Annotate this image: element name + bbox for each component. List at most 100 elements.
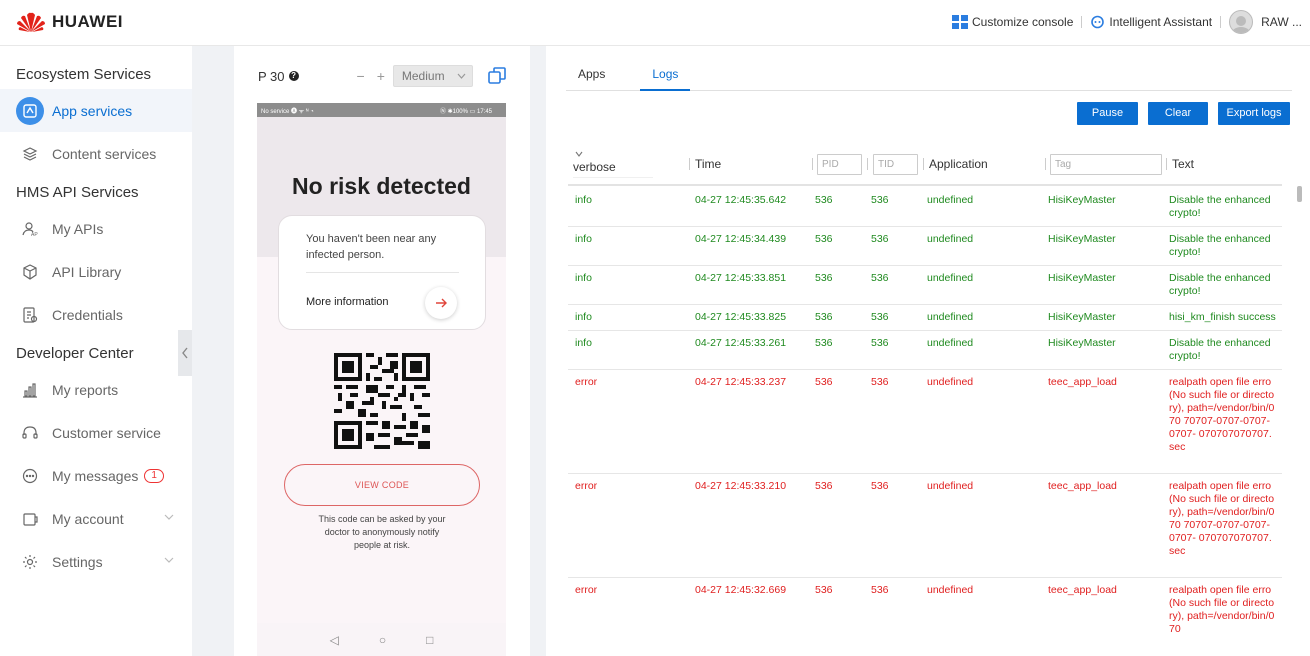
app-icon bbox=[16, 96, 44, 125]
export-logs-button[interactable]: Export logs bbox=[1218, 102, 1290, 125]
nav-recent-button[interactable]: □ bbox=[426, 633, 433, 647]
customize-console-link[interactable]: Customize console bbox=[944, 15, 1081, 29]
tag-filter-input[interactable]: Tag bbox=[1050, 153, 1162, 175]
log-tid: 536 bbox=[871, 480, 889, 492]
credential-icon bbox=[16, 301, 44, 329]
divider bbox=[1166, 158, 1167, 170]
log-level: info bbox=[575, 194, 592, 206]
top-right-actions: Customize console Intelligent Assistant … bbox=[944, 10, 1310, 34]
sidebar-item-my-messages[interactable]: My messages 1 bbox=[0, 454, 192, 497]
log-time: 04-27 12:45:33.851 bbox=[695, 272, 787, 284]
log-tid: 536 bbox=[871, 584, 889, 596]
cube-icon bbox=[16, 258, 44, 286]
zoom-out-button[interactable]: − bbox=[357, 68, 365, 84]
log-text: Disable the enhanced crypto! bbox=[1169, 233, 1271, 258]
log-tid: 536 bbox=[871, 376, 889, 388]
sidebar-item-my-reports[interactable]: My reports bbox=[0, 368, 192, 411]
sidebar-item-customer-service[interactable]: Customer service bbox=[0, 411, 192, 454]
table-row[interactable]: info 04-27 12:45:35.642 536 536 undefine… bbox=[568, 188, 1282, 227]
log-application: undefined bbox=[927, 194, 974, 206]
log-level: error bbox=[575, 376, 598, 388]
log-level: info bbox=[575, 337, 592, 349]
table-row[interactable]: error 04-27 12:45:32.669 536 536 undefin… bbox=[568, 578, 1282, 656]
avatar bbox=[1229, 10, 1254, 34]
log-pid: 536 bbox=[815, 311, 833, 323]
log-text: Disable the enhanced crypto! bbox=[1169, 194, 1271, 219]
phone-screen: No service 🅐 ᯤ ᴺ ◔ Ⓝ ✱100% ▭ 17:45 No ri… bbox=[257, 103, 506, 656]
log-tid: 536 bbox=[871, 194, 889, 206]
device-model: P 30 ? bbox=[258, 69, 299, 84]
sidebar-item-app-services[interactable]: App services bbox=[0, 89, 192, 132]
panel-tabs: Apps Logs bbox=[566, 62, 1292, 91]
sidebar-item-label: My APIs bbox=[52, 220, 104, 237]
sidebar-item-label: My reports bbox=[52, 381, 119, 398]
log-time: 04-27 12:45:34.439 bbox=[695, 233, 787, 245]
nav-back-button[interactable]: ◁ bbox=[330, 633, 339, 647]
sidebar-item-credentials[interactable]: Credentials bbox=[0, 293, 192, 336]
help-icon[interactable]: ? bbox=[288, 71, 299, 81]
user-menu[interactable]: RAW ... bbox=[1221, 10, 1310, 34]
section-developer-center: Developer Center bbox=[16, 345, 134, 362]
log-text: realpath open file erro(No such file or … bbox=[1169, 376, 1275, 453]
sidebar-item-api-library[interactable]: API Library bbox=[0, 250, 192, 293]
sidebar-item-label: Customer service bbox=[52, 424, 161, 441]
tid-filter-input[interactable]: TID bbox=[873, 153, 918, 175]
tab-apps[interactable]: Apps bbox=[566, 62, 617, 91]
table-row[interactable]: info 04-27 12:45:33.825 536 536 undefine… bbox=[568, 305, 1282, 331]
sidebar-item-content-services[interactable]: Content services bbox=[0, 132, 192, 175]
view-code-button[interactable]: VIEW CODE bbox=[284, 464, 480, 506]
log-text: Disable the enhanced crypto! bbox=[1169, 272, 1271, 297]
divider bbox=[867, 158, 868, 170]
sidebar-collapse-toggle[interactable] bbox=[178, 330, 192, 376]
log-tid: 536 bbox=[871, 311, 889, 323]
sidebar-item-my-account[interactable]: My account bbox=[0, 497, 192, 540]
log-application: undefined bbox=[927, 480, 974, 492]
intelligent-assistant-label: Intelligent Assistant bbox=[1109, 15, 1213, 29]
log-application: undefined bbox=[927, 311, 974, 323]
grid-icon bbox=[951, 15, 968, 29]
device-toolbar: P 30 ? − + Medium bbox=[258, 64, 510, 88]
zoom-in-button[interactable]: + bbox=[377, 68, 385, 84]
sidebar-item-settings[interactable]: Settings bbox=[0, 540, 192, 583]
more-information-link[interactable]: More information bbox=[306, 296, 389, 308]
pause-button[interactable]: Pause bbox=[1077, 102, 1138, 125]
status-left: No service 🅐 ᯤ ᴺ ◔ bbox=[261, 108, 314, 115]
table-row[interactable]: info 04-27 12:45:34.439 536 536 undefine… bbox=[568, 227, 1282, 266]
exposure-text: You haven't been near any infected perso… bbox=[306, 233, 437, 261]
chevron-down-icon[interactable] bbox=[164, 513, 174, 521]
user-icon bbox=[1232, 16, 1251, 33]
clear-button[interactable]: Clear bbox=[1148, 102, 1208, 125]
log-time: 04-27 12:45:33.261 bbox=[695, 337, 787, 349]
chevron-down-icon[interactable] bbox=[164, 556, 174, 564]
huawei-logo[interactable]: HUAWEI bbox=[16, 11, 123, 33]
device-size-select[interactable]: Medium bbox=[392, 65, 473, 87]
log-tid: 536 bbox=[871, 233, 889, 245]
intelligent-assistant-link[interactable]: Intelligent Assistant bbox=[1082, 15, 1220, 29]
nav-home-button[interactable]: ○ bbox=[379, 633, 386, 647]
table-row[interactable]: info 04-27 12:45:33.261 536 536 undefine… bbox=[568, 331, 1282, 370]
log-scrollbar[interactable] bbox=[1297, 186, 1302, 202]
sidebar-item-my-apis[interactable]: API My APIs bbox=[0, 207, 192, 250]
level-filter-select[interactable]: verbose bbox=[573, 142, 653, 186]
rotate-device-icon[interactable] bbox=[488, 67, 506, 84]
log-actions: Pause Clear Export logs bbox=[1077, 102, 1290, 125]
log-text: Disable the enhanced crypto! bbox=[1169, 337, 1271, 362]
tab-logs[interactable]: Logs bbox=[640, 62, 691, 91]
device-model-label: P 30 bbox=[258, 68, 285, 84]
more-information-button[interactable] bbox=[425, 287, 457, 319]
svg-text:API: API bbox=[31, 232, 38, 237]
table-row[interactable]: info 04-27 12:45:33.851 536 536 undefine… bbox=[568, 266, 1282, 305]
divider bbox=[689, 158, 690, 170]
section-ecosystem-services: Ecosystem Services bbox=[16, 66, 152, 83]
table-row[interactable]: error 04-27 12:45:33.237 536 536 undefin… bbox=[568, 370, 1282, 474]
log-pid: 536 bbox=[815, 584, 833, 596]
sidebar-item-label: API Library bbox=[52, 263, 122, 280]
log-pid: 536 bbox=[815, 337, 833, 349]
log-tag: HisiKeyMaster bbox=[1048, 337, 1116, 349]
table-row[interactable]: error 04-27 12:45:33.210 536 536 undefin… bbox=[568, 474, 1282, 578]
log-pid: 536 bbox=[815, 480, 833, 492]
pid-filter-input[interactable]: PID bbox=[817, 153, 862, 175]
assistant-icon bbox=[1091, 15, 1105, 29]
sidebar-item-label: Credentials bbox=[52, 306, 123, 323]
sidebar-item-label: Settings bbox=[52, 553, 103, 570]
